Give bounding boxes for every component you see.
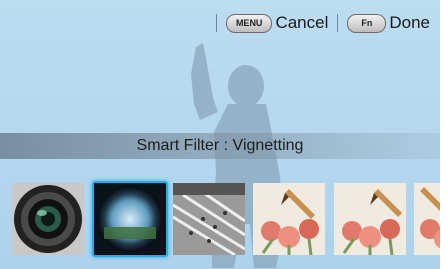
- sketch-icon: [414, 183, 440, 255]
- filter-thumb-vignetting[interactable]: [92, 181, 168, 257]
- sketch-icon: [334, 183, 406, 255]
- filter-thumb-lens[interactable]: [12, 183, 84, 255]
- cancel-label[interactable]: Cancel: [275, 13, 328, 33]
- lens-icon: [12, 183, 84, 255]
- filter-name-banner: Smart Filter : Vignetting: [0, 133, 440, 159]
- top-bar: MENU Cancel Fn Done: [207, 10, 430, 36]
- divider: [215, 14, 217, 32]
- miniature-icon: [173, 183, 245, 255]
- filter-strip: [0, 180, 440, 258]
- filter-thumb-miniature[interactable]: [173, 183, 245, 255]
- divider: [337, 14, 339, 32]
- filter-thumb-sketch-3[interactable]: [414, 183, 440, 255]
- fn-key-icon[interactable]: Fn: [347, 13, 387, 33]
- filter-thumb-sketch-1[interactable]: [253, 183, 325, 255]
- filter-thumb-sketch-2[interactable]: [334, 183, 406, 255]
- sketch-icon: [253, 183, 325, 255]
- vignetting-icon: [94, 183, 166, 255]
- done-label[interactable]: Done: [389, 13, 430, 33]
- camera-screen: MENU Cancel Fn Done Smart Filter : Vigne…: [0, 0, 447, 269]
- menu-key-icon[interactable]: MENU: [225, 13, 273, 33]
